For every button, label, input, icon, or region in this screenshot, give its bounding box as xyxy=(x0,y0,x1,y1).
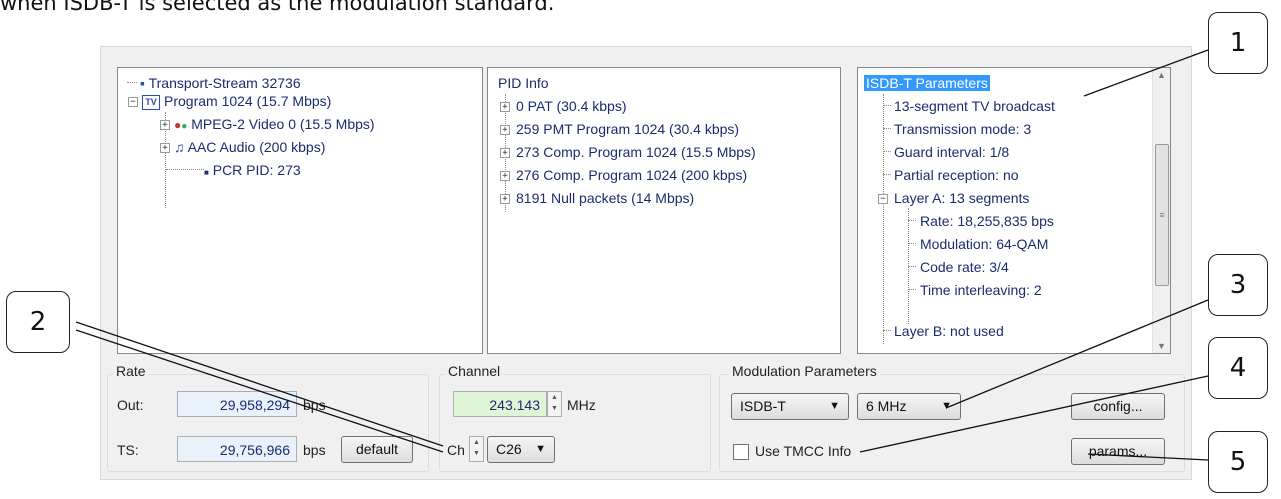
callout-line-2a xyxy=(75,321,444,447)
callout-4: 4 xyxy=(1208,337,1268,399)
callout-1: 1 xyxy=(1208,12,1268,74)
callout-line-1 xyxy=(1083,49,1209,97)
callout-lines xyxy=(75,49,1209,461)
callout-line-2b xyxy=(75,329,444,453)
callout-line-4 xyxy=(859,375,1209,453)
callout-5: 5 xyxy=(1208,431,1268,493)
callout-line-3 xyxy=(945,299,1209,409)
callout-3: 3 xyxy=(1208,254,1268,316)
callout-2: 2 xyxy=(6,291,70,353)
callout-line-5 xyxy=(1087,453,1209,461)
